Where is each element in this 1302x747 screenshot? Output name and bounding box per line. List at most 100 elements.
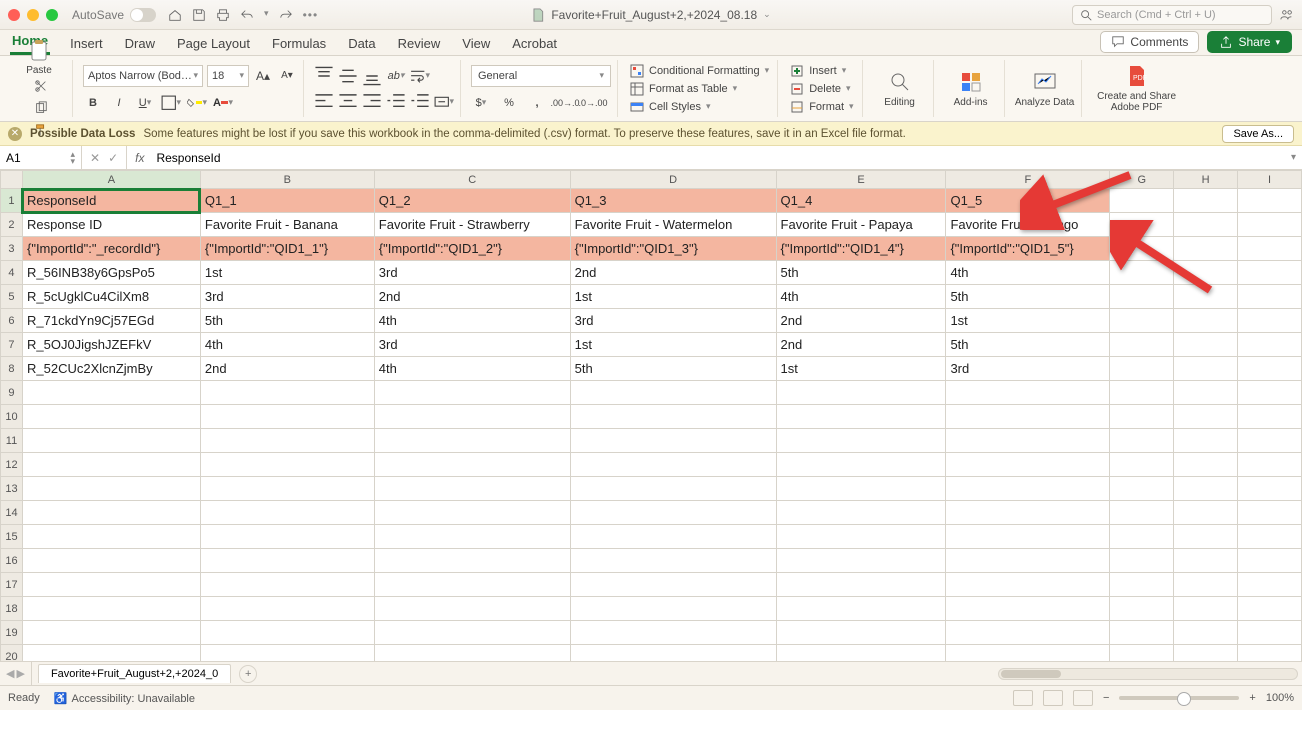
cell[interactable] bbox=[946, 453, 1110, 477]
share-people-icon[interactable] bbox=[1280, 8, 1294, 22]
cell[interactable] bbox=[776, 645, 946, 663]
page-break-view-button[interactable] bbox=[1073, 690, 1093, 706]
cell[interactable]: R_56INB38y6GpsPo5 bbox=[22, 261, 200, 285]
zoom-out-button[interactable]: − bbox=[1103, 692, 1109, 704]
row-header[interactable]: 6 bbox=[1, 309, 23, 333]
italic-button[interactable]: I bbox=[109, 93, 129, 113]
cell[interactable] bbox=[776, 621, 946, 645]
col-header-H[interactable]: H bbox=[1174, 171, 1238, 189]
cell[interactable]: Q1_3 bbox=[570, 189, 776, 213]
format-cells-button[interactable]: Format▾ bbox=[788, 99, 855, 115]
cell[interactable] bbox=[776, 405, 946, 429]
save-icon[interactable] bbox=[192, 8, 206, 22]
maximize-window[interactable] bbox=[46, 9, 58, 21]
cell[interactable] bbox=[200, 621, 374, 645]
cell[interactable] bbox=[1238, 645, 1302, 663]
cell[interactable] bbox=[570, 645, 776, 663]
cell[interactable] bbox=[1238, 597, 1302, 621]
row-header[interactable]: 13 bbox=[1, 477, 23, 501]
row-header[interactable]: 17 bbox=[1, 573, 23, 597]
cell[interactable]: 2nd bbox=[200, 357, 374, 381]
cell[interactable]: 2nd bbox=[776, 333, 946, 357]
align-center-icon[interactable] bbox=[338, 92, 358, 112]
cell[interactable] bbox=[1174, 597, 1238, 621]
row-header[interactable]: 8 bbox=[1, 357, 23, 381]
addins-button[interactable]: Add-ins bbox=[944, 70, 998, 108]
cell[interactable] bbox=[1238, 189, 1302, 213]
row-header[interactable]: 3 bbox=[1, 237, 23, 261]
tab-data[interactable]: Data bbox=[346, 32, 377, 55]
cell[interactable] bbox=[570, 525, 776, 549]
cell[interactable]: 5th bbox=[946, 333, 1110, 357]
cell[interactable] bbox=[22, 453, 200, 477]
cell[interactable] bbox=[22, 525, 200, 549]
cell[interactable] bbox=[1174, 573, 1238, 597]
cell[interactable] bbox=[22, 549, 200, 573]
cell[interactable] bbox=[1174, 501, 1238, 525]
cell[interactable] bbox=[946, 381, 1110, 405]
row-header[interactable]: 16 bbox=[1, 549, 23, 573]
row-header[interactable]: 9 bbox=[1, 381, 23, 405]
tab-formulas[interactable]: Formulas bbox=[270, 32, 328, 55]
cell[interactable]: Q1_2 bbox=[374, 189, 570, 213]
cell[interactable] bbox=[776, 477, 946, 501]
cell[interactable]: 2nd bbox=[776, 309, 946, 333]
align-bottom-icon[interactable] bbox=[362, 66, 382, 86]
cell[interactable] bbox=[946, 597, 1110, 621]
formula-input[interactable]: ResponseId bbox=[152, 151, 224, 165]
cell[interactable]: 2nd bbox=[374, 285, 570, 309]
row-header[interactable]: 20 bbox=[1, 645, 23, 663]
cell[interactable] bbox=[1174, 645, 1238, 663]
cell[interactable] bbox=[200, 645, 374, 663]
cell[interactable]: Q1_1 bbox=[200, 189, 374, 213]
cell[interactable]: Q1_5 bbox=[946, 189, 1110, 213]
cell[interactable] bbox=[1238, 501, 1302, 525]
row-header[interactable]: 1 bbox=[1, 189, 23, 213]
col-header-F[interactable]: F bbox=[946, 171, 1110, 189]
cell[interactable] bbox=[776, 525, 946, 549]
cell[interactable]: 3rd bbox=[946, 357, 1110, 381]
cell[interactable] bbox=[1238, 357, 1302, 381]
title-dropdown[interactable]: ⌄ bbox=[763, 9, 771, 20]
cell[interactable] bbox=[374, 645, 570, 663]
cell[interactable]: {"ImportId":"QID1_4"} bbox=[776, 237, 946, 261]
cell[interactable] bbox=[1110, 453, 1174, 477]
expand-formula-bar[interactable]: ▾ bbox=[1285, 152, 1302, 163]
cell[interactable]: 1st bbox=[200, 261, 374, 285]
font-size-select[interactable]: 18▾ bbox=[207, 65, 249, 87]
cell[interactable] bbox=[1174, 381, 1238, 405]
adobe-pdf-button[interactable]: PDF Create and Share Adobe PDF bbox=[1092, 64, 1182, 113]
cell[interactable] bbox=[570, 477, 776, 501]
tab-review[interactable]: Review bbox=[396, 32, 443, 55]
cell[interactable] bbox=[1174, 261, 1238, 285]
cell[interactable] bbox=[1238, 309, 1302, 333]
cell[interactable] bbox=[1110, 549, 1174, 573]
autosave-toggle[interactable]: AutoSave bbox=[72, 8, 156, 22]
conditional-formatting-button[interactable]: Conditional Formatting▾ bbox=[628, 63, 771, 79]
share-button[interactable]: Share ▾ bbox=[1207, 31, 1292, 53]
cell[interactable]: 1st bbox=[570, 285, 776, 309]
cell[interactable] bbox=[570, 549, 776, 573]
align-right-icon[interactable] bbox=[362, 92, 382, 112]
cell[interactable] bbox=[200, 477, 374, 501]
copy-icon[interactable] bbox=[31, 98, 51, 118]
cell[interactable] bbox=[1174, 189, 1238, 213]
col-header-B[interactable]: B bbox=[200, 171, 374, 189]
cell[interactable] bbox=[1110, 621, 1174, 645]
font-color-button[interactable]: A▾ bbox=[213, 93, 233, 113]
cell[interactable]: 5th bbox=[776, 261, 946, 285]
increase-font-icon[interactable]: A▴ bbox=[253, 66, 273, 86]
cell[interactable] bbox=[946, 621, 1110, 645]
cell[interactable] bbox=[22, 429, 200, 453]
cell[interactable] bbox=[1110, 645, 1174, 663]
cell[interactable] bbox=[570, 381, 776, 405]
cell[interactable] bbox=[374, 525, 570, 549]
row-header[interactable]: 7 bbox=[1, 333, 23, 357]
cell[interactable] bbox=[776, 453, 946, 477]
comments-button[interactable]: Comments bbox=[1100, 31, 1199, 53]
orientation-icon[interactable]: ab▾ bbox=[386, 66, 406, 86]
cell[interactable]: R_52CUc2XlcnZjmBy bbox=[22, 357, 200, 381]
cell[interactable]: 4th bbox=[946, 261, 1110, 285]
bold-button[interactable]: B bbox=[83, 93, 103, 113]
qat-more[interactable]: ••• bbox=[303, 8, 319, 22]
